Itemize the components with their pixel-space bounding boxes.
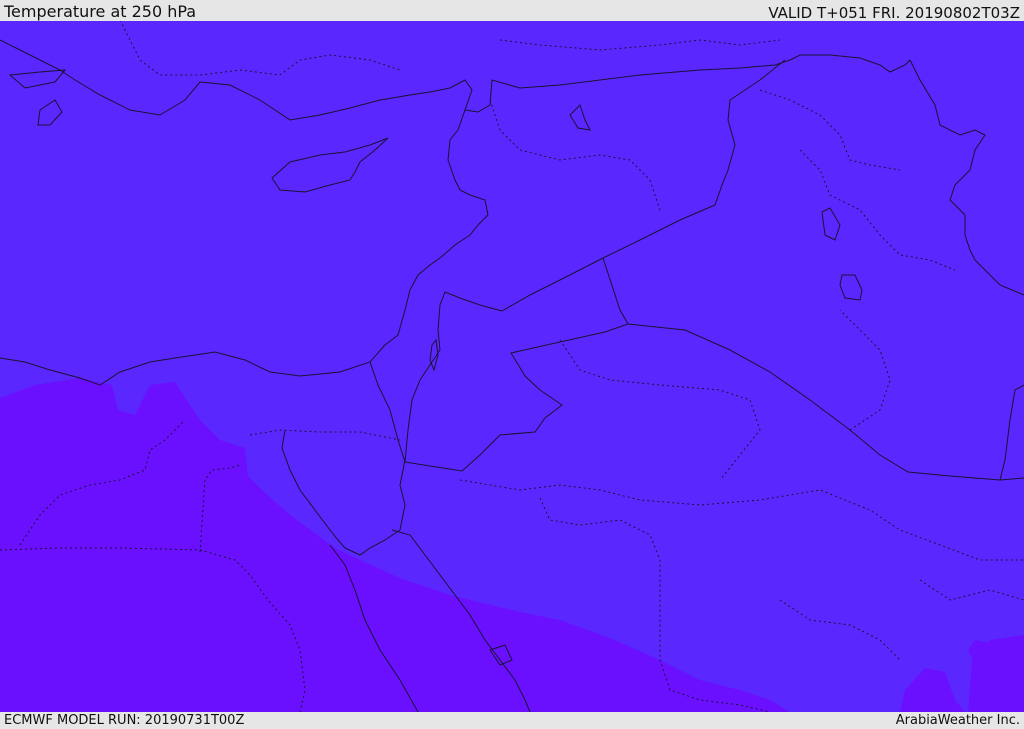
map-title: Temperature at 250 hPa	[4, 2, 197, 21]
footer-bar: ECMWF MODEL RUN: 20190731T00Z ArabiaWeat…	[0, 712, 1024, 729]
header-bar: Temperature at 250 hPa VALID T+051 FRI. …	[0, 0, 1024, 22]
valid-time: VALID T+051 FRI. 20190802T03Z	[768, 4, 1020, 22]
brand-label: ArabiaWeather Inc.	[895, 713, 1020, 728]
temperature-map[interactable]	[0, 21, 1024, 712]
map-viewer: Temperature at 250 hPa VALID T+051 FRI. …	[0, 0, 1024, 729]
map-canvas	[0, 21, 1024, 712]
model-run-label: ECMWF MODEL RUN: 20190731T00Z	[4, 713, 245, 728]
